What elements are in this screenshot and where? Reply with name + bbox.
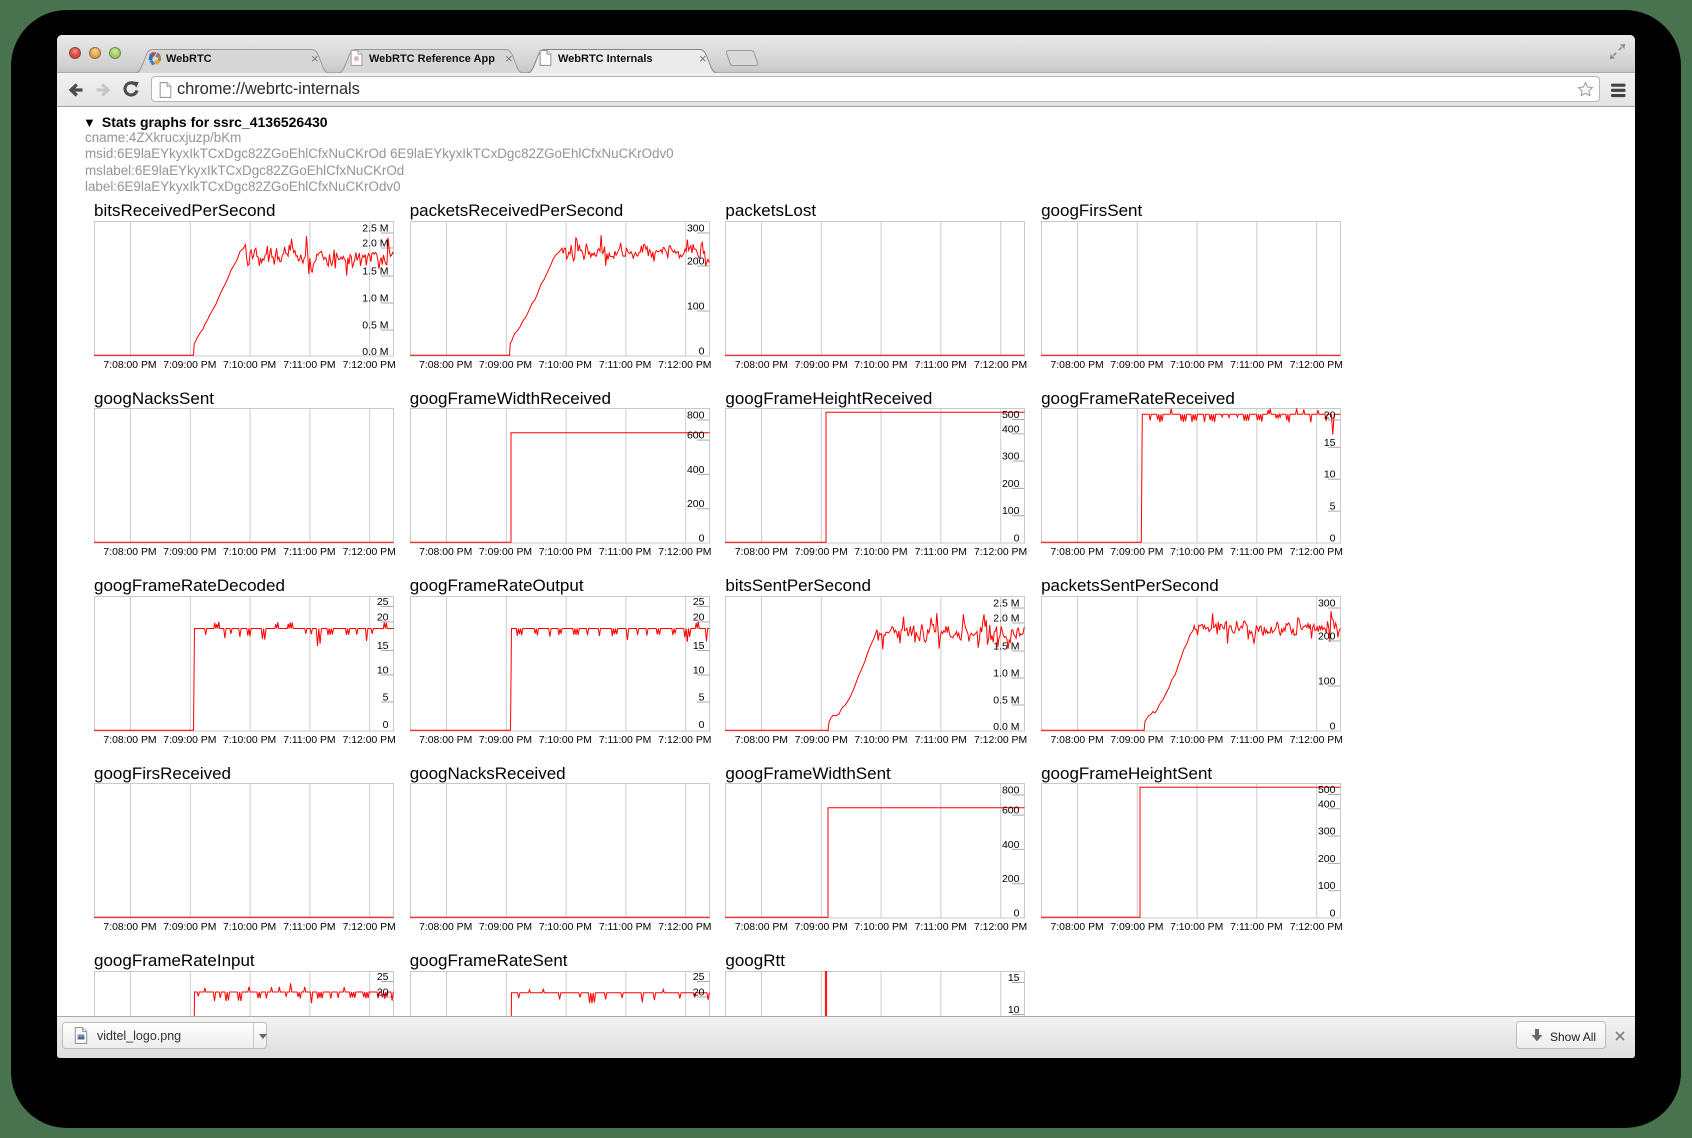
svg-text:10: 10 [1324, 469, 1336, 481]
svg-text:1.5 M: 1.5 M [994, 640, 1020, 652]
svg-text:0: 0 [1330, 720, 1336, 732]
svg-text:1.5 M: 1.5 M [362, 265, 388, 277]
svg-text:2.5 M: 2.5 M [362, 222, 388, 234]
svg-text:20: 20 [377, 611, 389, 623]
svg-text:0: 0 [698, 345, 704, 357]
svg-text:400: 400 [1002, 839, 1020, 851]
svg-text:1.0 M: 1.0 M [362, 292, 388, 304]
svg-text:100: 100 [1318, 675, 1336, 687]
svg-text:2.0 M: 2.0 M [994, 612, 1020, 624]
svg-text:15: 15 [1008, 972, 1020, 984]
svg-text:200: 200 [687, 255, 705, 267]
svg-text:200: 200 [1318, 630, 1336, 642]
svg-text:0: 0 [698, 719, 704, 731]
svg-text:200: 200 [1002, 478, 1020, 490]
svg-text:200: 200 [1002, 873, 1020, 885]
svg-text:300: 300 [1318, 597, 1336, 609]
svg-text:200: 200 [687, 498, 705, 510]
svg-text:5: 5 [1330, 501, 1336, 513]
svg-text:20: 20 [693, 611, 705, 623]
svg-text:10: 10 [693, 664, 705, 676]
svg-text:500: 500 [1318, 784, 1336, 796]
svg-text:5: 5 [383, 691, 389, 703]
svg-text:400: 400 [687, 464, 705, 476]
svg-text:0.5 M: 0.5 M [362, 319, 388, 331]
svg-text:400: 400 [1318, 798, 1336, 810]
svg-text:20: 20 [1324, 410, 1336, 422]
svg-text:500: 500 [1002, 409, 1020, 421]
svg-text:25: 25 [377, 971, 389, 983]
svg-text:300: 300 [1002, 451, 1020, 463]
svg-text:1.0 M: 1.0 M [994, 667, 1020, 679]
svg-text:200: 200 [1318, 853, 1336, 865]
svg-text:0.0 M: 0.0 M [362, 346, 388, 357]
svg-text:300: 300 [687, 222, 705, 234]
svg-text:25: 25 [693, 971, 705, 983]
svg-text:100: 100 [1318, 880, 1336, 892]
svg-text:0: 0 [383, 719, 389, 731]
svg-text:20: 20 [377, 986, 389, 998]
svg-text:400: 400 [1002, 423, 1020, 435]
svg-text:2.0 M: 2.0 M [362, 237, 388, 249]
svg-text:0: 0 [1014, 533, 1020, 545]
svg-text:100: 100 [687, 300, 705, 312]
svg-text:10: 10 [377, 664, 389, 676]
svg-text:100: 100 [1002, 505, 1020, 517]
svg-text:300: 300 [1318, 826, 1336, 838]
svg-text:0: 0 [1330, 533, 1336, 545]
svg-text:0: 0 [1330, 908, 1336, 920]
svg-text:25: 25 [377, 596, 389, 608]
svg-text:10: 10 [1008, 1004, 1020, 1016]
svg-text:800: 800 [1002, 785, 1020, 797]
svg-text:5: 5 [698, 691, 704, 703]
svg-text:15: 15 [693, 640, 705, 652]
svg-text:600: 600 [1002, 805, 1020, 817]
svg-text:0.5 M: 0.5 M [994, 694, 1020, 706]
svg-text:20: 20 [693, 986, 705, 998]
svg-text:15: 15 [1324, 437, 1336, 449]
svg-text:0: 0 [1014, 908, 1020, 920]
svg-text:2.5 M: 2.5 M [994, 597, 1020, 609]
svg-text:0: 0 [698, 533, 704, 545]
svg-text:600: 600 [687, 430, 705, 442]
svg-text:25: 25 [693, 596, 705, 608]
svg-text:800: 800 [687, 410, 705, 422]
svg-text:15: 15 [377, 640, 389, 652]
svg-text:0.0 M: 0.0 M [994, 721, 1020, 732]
